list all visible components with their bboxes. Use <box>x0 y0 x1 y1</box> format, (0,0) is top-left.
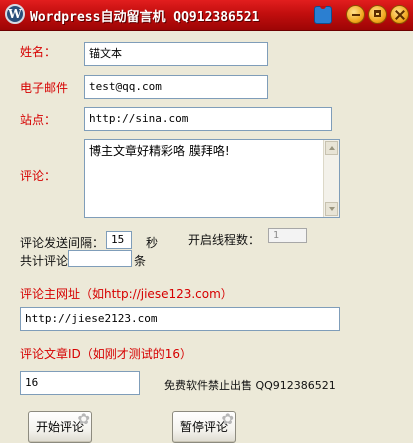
interval-unit: 秒 <box>146 236 159 250</box>
scroll-up-icon[interactable] <box>325 141 338 155</box>
pause-button[interactable]: 暂停评论 ✿ <box>172 411 236 443</box>
scroll-down-icon[interactable] <box>325 202 338 216</box>
name-field[interactable]: 锚文本 <box>84 42 268 66</box>
site-label: 站点： <box>20 113 57 127</box>
comment-textarea[interactable]: 博主文章好精彩咯 膜拜咯! <box>84 139 340 218</box>
total-unit: 条 <box>134 254 147 268</box>
threads-label: 开启线程数： <box>188 233 261 247</box>
threads-field: 1 <box>268 228 307 243</box>
close-button[interactable] <box>390 5 409 24</box>
title-bar[interactable]: W Wordpress自动留言机 QQ912386521 <box>0 0 413 31</box>
email-field[interactable]: test@qq.com <box>84 75 268 99</box>
shirt-icon[interactable] <box>314 6 332 24</box>
post-id-field[interactable]: 16 <box>20 371 140 395</box>
window-title: Wordpress自动留言机 QQ912386521 <box>30 10 260 25</box>
minimize-button[interactable] <box>346 5 365 24</box>
total-field[interactable] <box>68 250 132 267</box>
comment-scrollbar[interactable] <box>323 140 339 217</box>
site-field[interactable]: http://sina.com <box>84 107 332 131</box>
target-url-field[interactable]: http://jiese2123.com <box>20 307 340 331</box>
comment-label: 评论： <box>20 169 57 183</box>
post-id-label: 评论文章ID（如刚才测试的16） <box>20 347 193 361</box>
interval-field[interactable]: 15 <box>106 231 132 249</box>
comment-text: 博主文章好精彩咯 膜拜咯! <box>89 144 230 158</box>
start-button[interactable]: 开始评论 ✿ <box>28 411 92 443</box>
maximize-button[interactable] <box>368 5 387 24</box>
total-label: 共计评论 <box>20 254 69 268</box>
decor-icon: ✿ <box>221 410 234 428</box>
interval-label: 评论发送间隔： <box>20 236 105 250</box>
target-url-label: 评论主网址（如http://jiese123.com） <box>20 287 233 301</box>
notice-text: 免费软件禁止出售 QQ912386521 <box>164 379 336 392</box>
wordpress-logo-icon: W <box>5 4 25 24</box>
email-label: 电子邮件 <box>20 81 69 95</box>
decor-icon: ✿ <box>77 410 90 428</box>
name-label: 姓名： <box>20 45 57 59</box>
